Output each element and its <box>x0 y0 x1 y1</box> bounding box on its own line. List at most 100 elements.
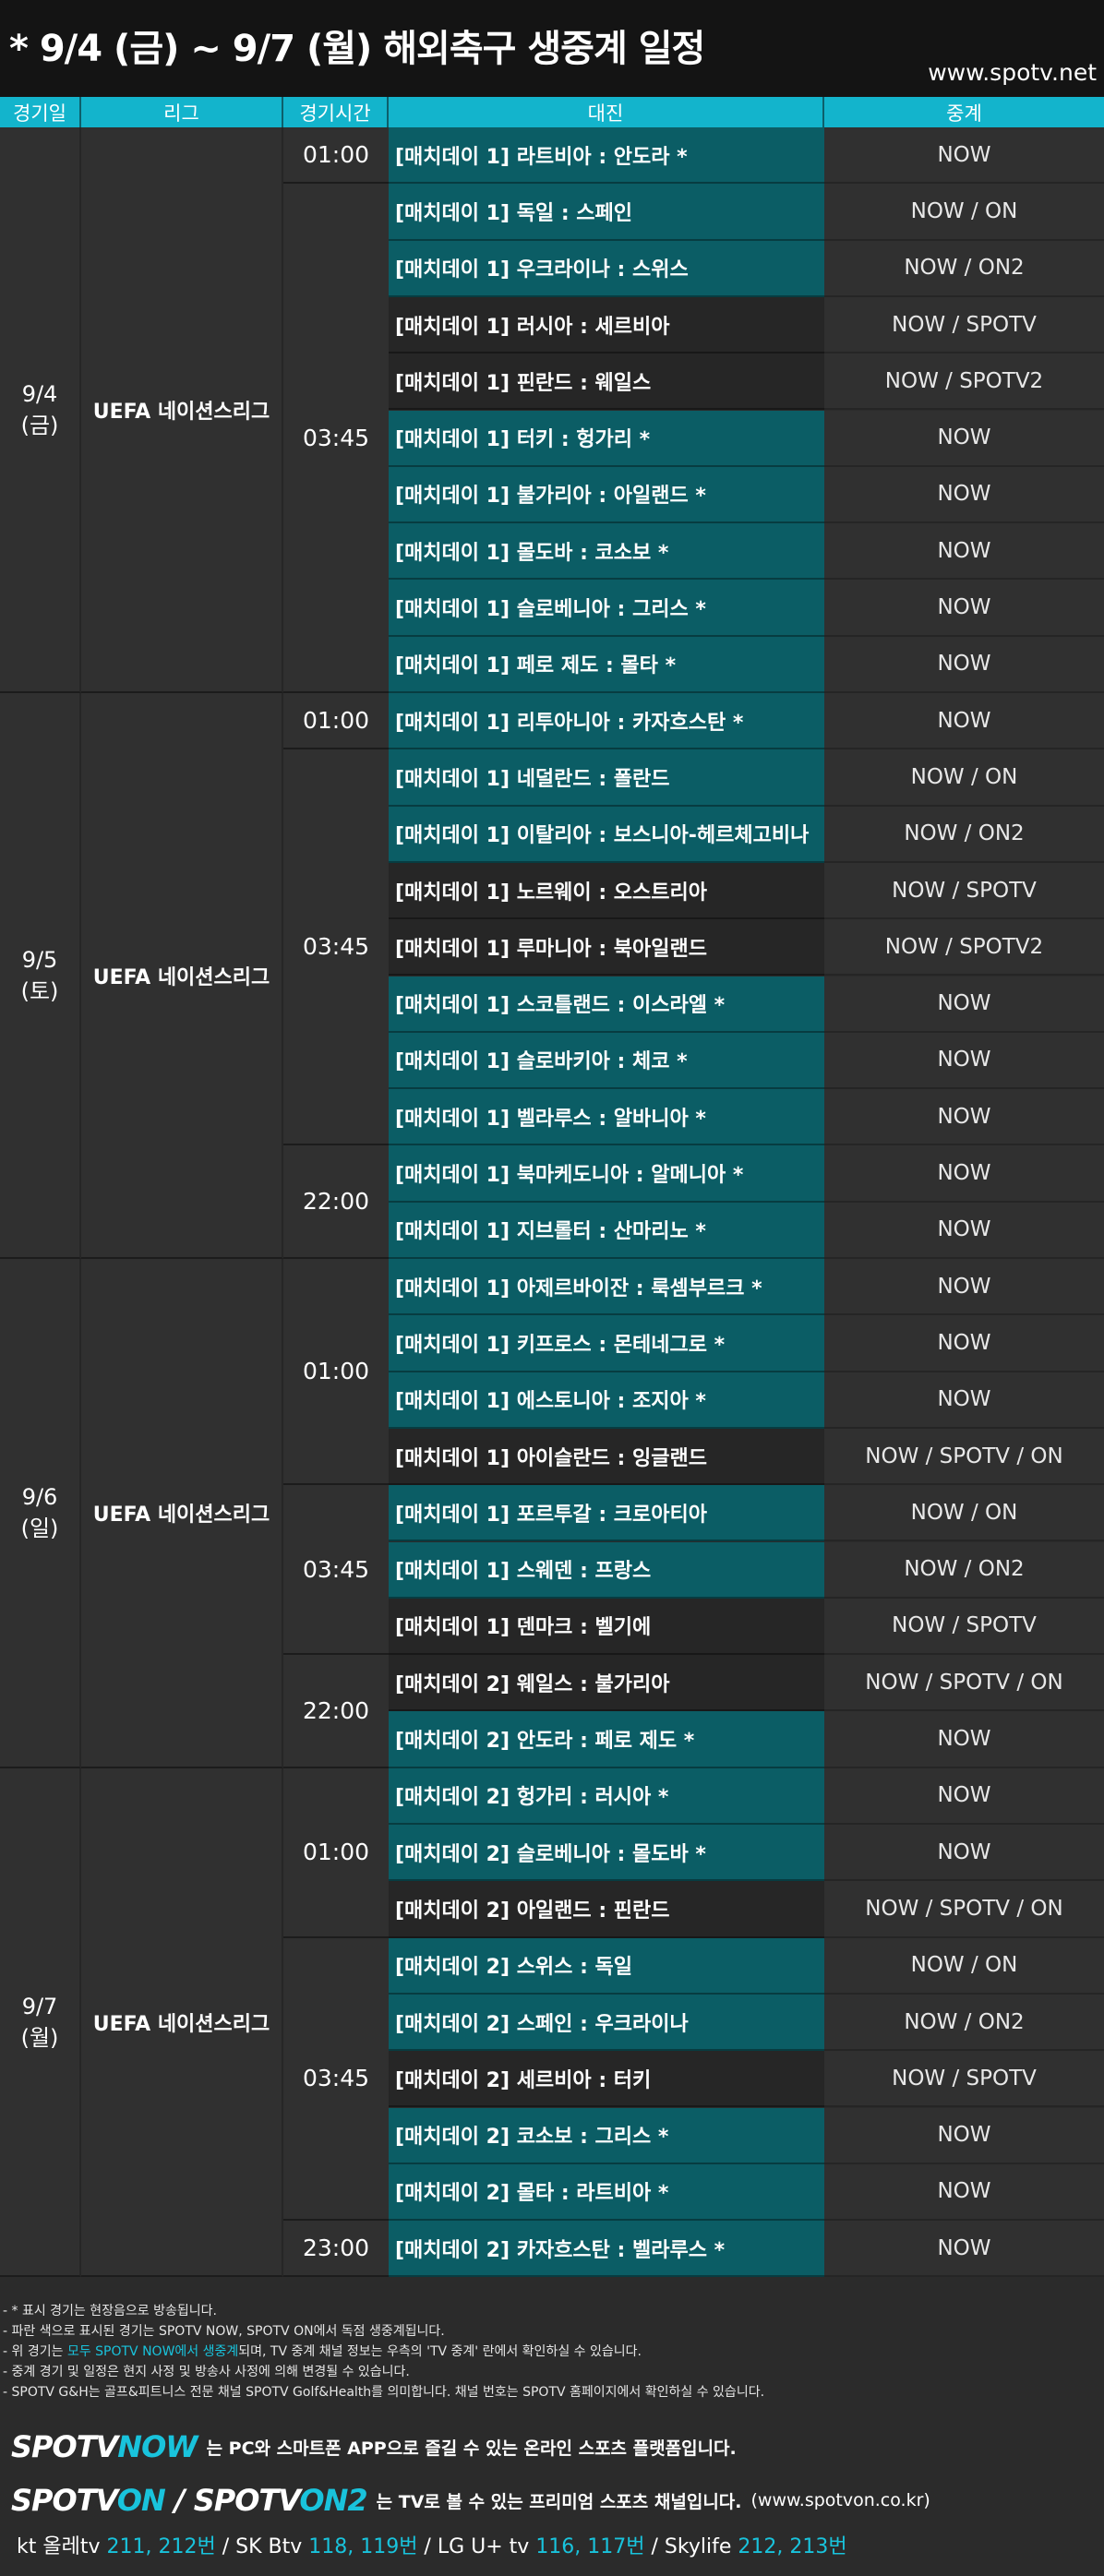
match-row[interactable]: [매치데이 1] 라트비아 : 안도라 * <box>389 127 824 185</box>
league-cell: UEFA 네이션스리그 <box>81 1767 283 2278</box>
col-header-broadcast: 중계 <box>824 97 1104 127</box>
match-row[interactable]: [매치데이 1] 페로 제도 : 몰타 * <box>389 636 824 693</box>
site-url[interactable]: www.spotv.net <box>928 59 1097 86</box>
col-header-match: 대진 <box>389 97 824 127</box>
note-line: - 파란 색으로 표시된 경기는 SPOTV NOW, SPOTV ON에서 독… <box>3 2324 445 2339</box>
broadcast-channel: NOW <box>824 2221 1104 2278</box>
match-row[interactable]: [매치데이 1] 스코틀랜드 : 이스라엘 * <box>389 976 824 1033</box>
promo-spotv-on: SPOTVON / SPOTVON2 는 TV로 볼 수 있는 프리미엄 스포츠… <box>11 2483 930 2518</box>
match-row[interactable]: [매치데이 2] 웨일스 : 불가리아 <box>389 1655 824 1712</box>
match-row[interactable]: [매치데이 1] 네덜란드 : 폴란드 <box>389 749 824 807</box>
broadcast-channel: NOW <box>824 580 1104 637</box>
league-name: UEFA 네이션스리그 <box>92 965 270 989</box>
match-row[interactable]: [매치데이 2] 스위스 : 독일 <box>389 1937 824 1995</box>
match-date-cell: 9/7 (월) <box>0 1767 81 2278</box>
league-cell: UEFA 네이션스리그 <box>81 127 283 693</box>
match-row[interactable]: [매치데이 1] 덴마크 : 벨기에 <box>389 1598 824 1656</box>
match-row[interactable]: [매치데이 2] 아일랜드 : 핀란드 <box>389 1881 824 1938</box>
broadcast-channel: NOW / SPOTV / ON <box>824 1428 1104 1486</box>
match-row[interactable]: [매치데이 1] 터키 : 헝가리 * <box>389 410 824 467</box>
match-row[interactable]: [매치데이 1] 이탈리아 : 보스니아-헤르체고비나 <box>389 806 824 863</box>
broadcast-channel: NOW <box>824 1315 1104 1372</box>
match-row[interactable]: [매치데이 1] 리투아니아 : 카자흐스탄 * <box>389 693 824 750</box>
broadcast-channel: NOW <box>824 693 1104 750</box>
match-date: 9/5 (토) <box>20 946 59 1004</box>
match-row[interactable]: [매치데이 2] 슬로베니아 : 몰도바 * <box>389 1825 824 1882</box>
broadcast-channel: NOW / SPOTV2 <box>824 919 1104 976</box>
spotv-now-logo: SPOTVNOW <box>11 2429 198 2464</box>
match-row[interactable]: [매치데이 1] 키프로스 : 몬테네그로 * <box>389 1315 824 1372</box>
broadcast-channel: NOW <box>824 1711 1104 1768</box>
broadcast-channel: NOW / SPOTV <box>824 862 1104 920</box>
broadcast-channel: NOW <box>824 466 1104 524</box>
kickoff-time: 01:00 <box>283 1259 389 1486</box>
broadcast-channel: NOW / ON <box>824 184 1104 241</box>
match-row[interactable]: [매치데이 2] 카자흐스탄 : 벨라루스 * <box>389 2221 824 2278</box>
broadcast-channel: NOW / ON <box>824 1937 1104 1995</box>
match-row[interactable]: [매치데이 1] 노르웨이 : 오스트리아 <box>389 862 824 920</box>
broadcast-channel: NOW / SPOTV <box>824 296 1104 354</box>
match-date-cell: 9/5 (토) <box>0 693 81 1259</box>
match-row[interactable]: [매치데이 1] 몰도바 : 코소보 * <box>389 523 824 581</box>
league-cell: UEFA 네이션스리그 <box>81 1259 283 1768</box>
match-row[interactable]: [매치데이 1] 북마케도니아 : 알메니아 * <box>389 1145 824 1203</box>
match-row[interactable]: [매치데이 1] 슬로베니아 : 그리스 * <box>389 580 824 637</box>
kickoff-time: 03:45 <box>283 749 389 1146</box>
match-date: 9/7 (월) <box>20 1993 59 2051</box>
match-row[interactable]: [매치데이 2] 세르비아 : 터키 <box>389 2051 824 2108</box>
broadcast-channel: NOW / ON2 <box>824 1994 1104 2052</box>
match-row[interactable]: [매치데이 2] 몰타 : 라트비아 * <box>389 2163 824 2222</box>
match-row[interactable]: [매치데이 1] 러시아 : 세르비아 <box>389 296 824 354</box>
match-row[interactable]: [매치데이 1] 독일 : 스페인 <box>389 184 824 241</box>
kickoff-time: 01:00 <box>283 1767 389 1938</box>
broadcast-channel: NOW <box>824 2107 1104 2164</box>
match-row[interactable]: [매치데이 2] 코소보 : 그리스 * <box>389 2107 824 2164</box>
broadcast-channel: NOW <box>824 523 1104 581</box>
match-row[interactable]: [매치데이 1] 아이슬란드 : 잉글랜드 <box>389 1428 824 1486</box>
broadcast-channel: NOW <box>824 636 1104 693</box>
match-row[interactable]: [매치데이 1] 지브롤터 : 산마리노 * <box>389 1202 824 1259</box>
header: * 9/4 (금) ~ 9/7 (월) 해외축구 생중계 일정 www.spot… <box>0 0 1104 97</box>
kickoff-time: 03:45 <box>283 1485 389 1656</box>
match-row[interactable]: [매치데이 1] 핀란드 : 웨일스 <box>389 353 824 411</box>
match-row[interactable]: [매치데이 2] 스페인 : 우크라이나 <box>389 1994 824 2052</box>
broadcast-channel: NOW / ON <box>824 1485 1104 1542</box>
kickoff-time: 22:00 <box>283 1655 389 1768</box>
broadcast-channel: NOW <box>824 410 1104 467</box>
note-line: - SPOTV G&H는 골프&피트니스 전문 채널 SPOTV Golf&He… <box>3 2385 765 2400</box>
match-row[interactable]: [매치데이 1] 벨라루스 : 알바니아 * <box>389 1089 824 1146</box>
spotvon-url[interactable]: (www.spotvon.co.kr) <box>751 2490 930 2510</box>
kickoff-time: 03:45 <box>283 184 389 693</box>
col-header-league: 리그 <box>81 97 283 127</box>
match-row[interactable]: [매치데이 1] 우크라이나 : 스위스 <box>389 240 824 297</box>
broadcast-channel: NOW <box>824 1032 1104 1090</box>
kickoff-time: 03:45 <box>283 1937 389 2222</box>
broadcast-channel: NOW / ON2 <box>824 240 1104 297</box>
broadcast-channel: NOW / SPOTV <box>824 2051 1104 2108</box>
broadcast-channel: NOW <box>824 976 1104 1033</box>
kickoff-time: 01:00 <box>283 127 389 185</box>
match-date: 9/6 (일) <box>20 1483 59 1541</box>
note-line: - 중계 경기 및 일정은 현지 사정 및 방송사 사정에 의해 변경될 수 있… <box>3 2365 410 2379</box>
kickoff-time: 22:00 <box>283 1145 389 1259</box>
match-row[interactable]: [매치데이 1] 포르투갈 : 크로아티아 <box>389 1485 824 1542</box>
broadcast-channel: NOW / SPOTV2 <box>824 353 1104 411</box>
kickoff-time: 23:00 <box>283 2221 389 2278</box>
notes: - * 표시 경기는 현장음으로 방송됩니다. - 파란 색으로 표시된 경기는… <box>3 2301 764 2402</box>
promo-spotv-now: SPOTVNOW 는 PC와 스마트폰 APP으로 즐길 수 있는 온라인 스포… <box>11 2429 737 2464</box>
match-row[interactable]: [매치데이 1] 스웨덴 : 프랑스 <box>389 1541 824 1599</box>
broadcast-channel: NOW / ON2 <box>824 806 1104 863</box>
match-row[interactable]: [매치데이 1] 루마니아 : 북아일랜드 <box>389 919 824 976</box>
broadcast-channel: NOW / SPOTV / ON <box>824 1881 1104 1938</box>
match-row[interactable]: [매치데이 1] 슬로바키아 : 체코 * <box>389 1032 824 1090</box>
broadcast-channel: NOW <box>824 1825 1104 1882</box>
match-date-cell: 9/4 (금) <box>0 127 81 693</box>
col-header-date: 경기일 <box>0 97 81 127</box>
match-row[interactable]: [매치데이 1] 에스토니아 : 조지아 * <box>389 1372 824 1429</box>
broadcast-channel: NOW <box>824 2163 1104 2222</box>
match-date-cell: 9/6 (일) <box>0 1259 81 1768</box>
match-row[interactable]: [매치데이 1] 아제르바이잔 : 룩셈부르크 * <box>389 1259 824 1316</box>
match-row[interactable]: [매치데이 2] 헝가리 : 러시아 * <box>389 1767 824 1825</box>
match-row[interactable]: [매치데이 1] 불가리아 : 아일랜드 * <box>389 466 824 524</box>
match-row[interactable]: [매치데이 2] 안도라 : 페로 제도 * <box>389 1711 824 1768</box>
